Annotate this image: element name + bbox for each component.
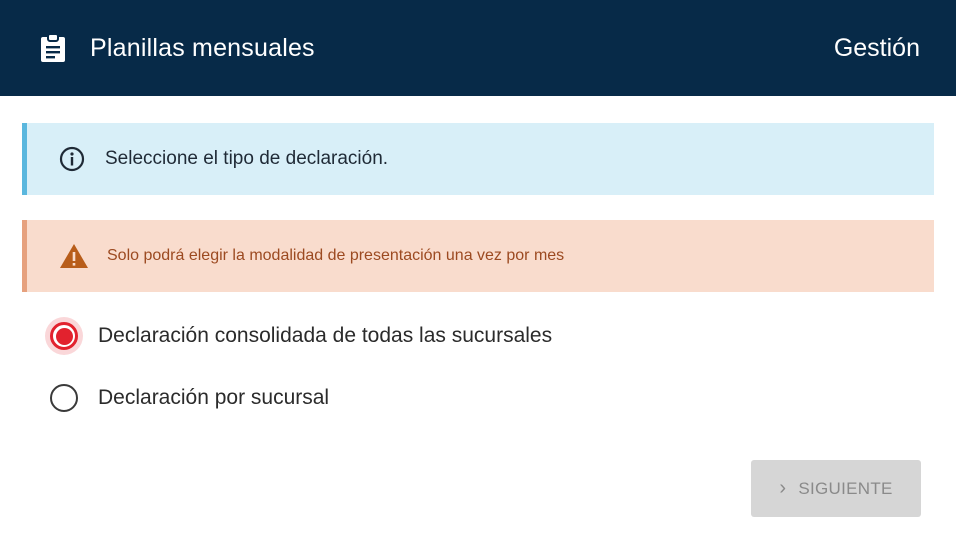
header-title-group: Planillas mensuales (40, 33, 315, 63)
option-consolidated-label: Declaración consolidada de todas las suc… (98, 324, 553, 347)
info-alert-text: Seleccione el tipo de declaración. (105, 148, 389, 169)
clipboard-list-icon (41, 33, 65, 62)
option-by-branch-label: Declaración por sucursal (98, 386, 330, 409)
radio-by-branch[interactable] (50, 384, 78, 412)
chevron-right-icon: › (779, 477, 787, 499)
app-header: Planillas mensuales Gestión (0, 0, 956, 96)
radio-consolidated[interactable] (50, 322, 78, 350)
option-by-branch[interactable]: Declaración por sucursal (50, 378, 552, 418)
info-alert: Seleccione el tipo de declaración. (22, 123, 934, 195)
gestion-link[interactable]: Gestión (834, 34, 920, 63)
warning-alert-text: Solo podrá elegir la modalidad de presen… (107, 247, 565, 264)
info-circle-icon (59, 146, 85, 172)
page-title: Planillas mensuales (90, 33, 315, 62)
next-button[interactable]: › SIGUIENTE (751, 460, 921, 517)
next-button-label: SIGUIENTE (798, 478, 893, 498)
option-consolidated[interactable]: Declaración consolidada de todas las suc… (50, 316, 552, 356)
radio-selected-dot (55, 327, 73, 345)
declaration-type-options: Declaración consolidada de todas las suc… (50, 316, 552, 440)
warning-triangle-icon (60, 244, 88, 268)
warning-alert: Solo podrá elegir la modalidad de presen… (22, 220, 934, 292)
